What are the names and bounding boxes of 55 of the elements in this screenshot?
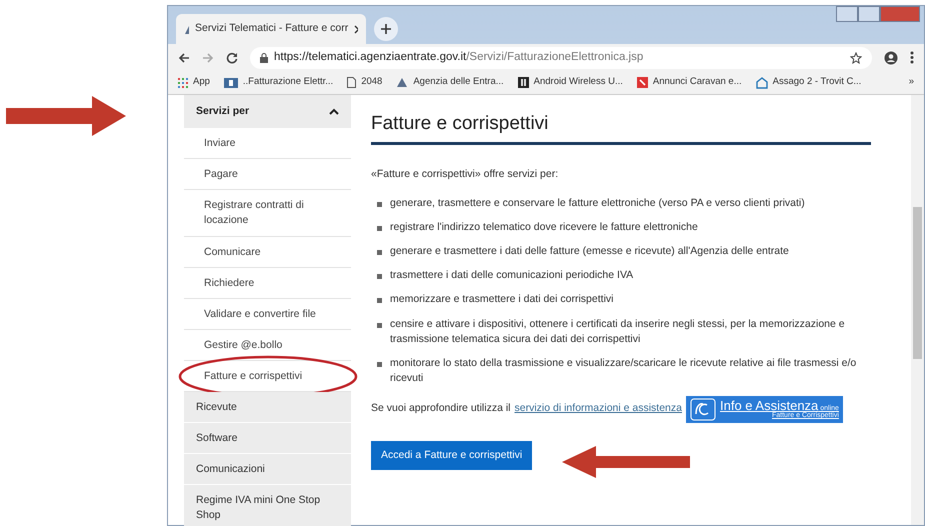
- site-icon: [636, 77, 648, 88]
- bookmark[interactable]: App: [178, 75, 210, 90]
- site-icon: [518, 77, 529, 88]
- page-icon: [347, 77, 356, 88]
- bullet-icon: [377, 362, 382, 368]
- account-icon[interactable]: [884, 50, 898, 64]
- menu-icon[interactable]: [910, 51, 914, 64]
- tab-title: Servizi Telematici - Fatture e corr: [194, 21, 348, 36]
- new-tab-button[interactable]: [374, 17, 398, 41]
- help-text: Se vuoi approfondire utilizza il: [371, 401, 510, 416]
- maximize-button[interactable]: [858, 6, 880, 22]
- list-item-text: registrare l'indirizzo telematico dove ricevere le fatture elettroniche: [390, 220, 698, 235]
- star-icon[interactable]: [850, 52, 862, 64]
- bookmark[interactable]: Annunci Caravan e...: [636, 75, 742, 90]
- bookmark[interactable]: Android Wireless U...: [518, 75, 623, 90]
- close-icon[interactable]: [354, 24, 358, 34]
- access-button[interactable]: Accedi a Fatture e corrispettivi: [371, 440, 532, 470]
- help-link[interactable]: servizio di informazioni e assistenza: [514, 401, 682, 417]
- list-item-text: generare, trasmettere e conservare le fatture elettroniche (verso PA e verso clienti privati): [390, 196, 805, 211]
- bookmark[interactable]: Assago 2 - Trovit C...: [756, 75, 862, 90]
- bullet-icon: [377, 226, 382, 231]
- sidebar-item[interactable]: Regime IVA mini One Stop Shop: [184, 485, 351, 526]
- browser-tab[interactable]: Servizi Telematici - Fatture e corr: [176, 14, 366, 44]
- site-icon: [224, 78, 238, 88]
- page-heading: Fatture e corrispettivi: [371, 113, 871, 145]
- bullet-icon: [377, 274, 382, 280]
- sidebar-item[interactable]: Comunicazioni: [184, 454, 351, 485]
- list-item-text: monitorare lo stato della trasmissione e visualizzare/scaricare le ricevute relative ai file trasmessi e/o ricevuti: [390, 356, 858, 386]
- reload-icon[interactable]: [226, 52, 238, 64]
- minimize-button[interactable]: [836, 6, 858, 22]
- apps-grid-icon: [178, 78, 188, 88]
- bullet-icon: [377, 298, 382, 304]
- list-item-text: memorizzare e trasmettere i dati dei corrispettivi: [390, 292, 614, 308]
- fc-logo-icon: [690, 398, 716, 421]
- list-item-text: censire e attivare i dispositivi, ottenere i certificati da inserire negli stessi, per la memorizzazione e trasmissione telematica sicura dei dati dei corrispettivi: [390, 316, 846, 347]
- bookmark[interactable]: ..Fatturazione Elettr...: [224, 75, 334, 90]
- sidebar-item[interactable]: Software: [184, 423, 351, 454]
- bookmark[interactable]: Agenzia delle Entra...: [396, 75, 504, 90]
- more-bookmarks-button[interactable]: »: [908, 75, 914, 90]
- scrollbar[interactable]: [911, 95, 924, 525]
- lock-icon: [260, 52, 268, 62]
- bullet-icon: [377, 322, 382, 328]
- bullet-icon: [377, 250, 382, 255]
- list-item-text: trasmettere i dati delle comunicazioni periodiche IVA: [390, 268, 634, 284]
- plus-icon: [381, 24, 391, 34]
- back-icon[interactable]: [178, 52, 190, 64]
- sidebar-section-header[interactable]: Servizi per: [184, 95, 351, 128]
- house-icon: [756, 76, 768, 88]
- list-item-text: generare e trasmettere i dati delle fatture (emesse e ricevute) all'Agenzia delle entrate: [390, 244, 789, 259]
- agency-logo-icon: [396, 77, 408, 88]
- intro-text: «Fatture e corrispettivi» offre servizi per:: [371, 166, 560, 182]
- sidebar-item[interactable]: Ricevute: [184, 392, 351, 423]
- bullet-icon: [377, 202, 382, 207]
- bookmark[interactable]: 2048: [347, 75, 382, 90]
- address-bar[interactable]: https://telematici.agenziaentrate.gov.it/Servizi/FatturazioneElettronica.jsp: [250, 46, 872, 68]
